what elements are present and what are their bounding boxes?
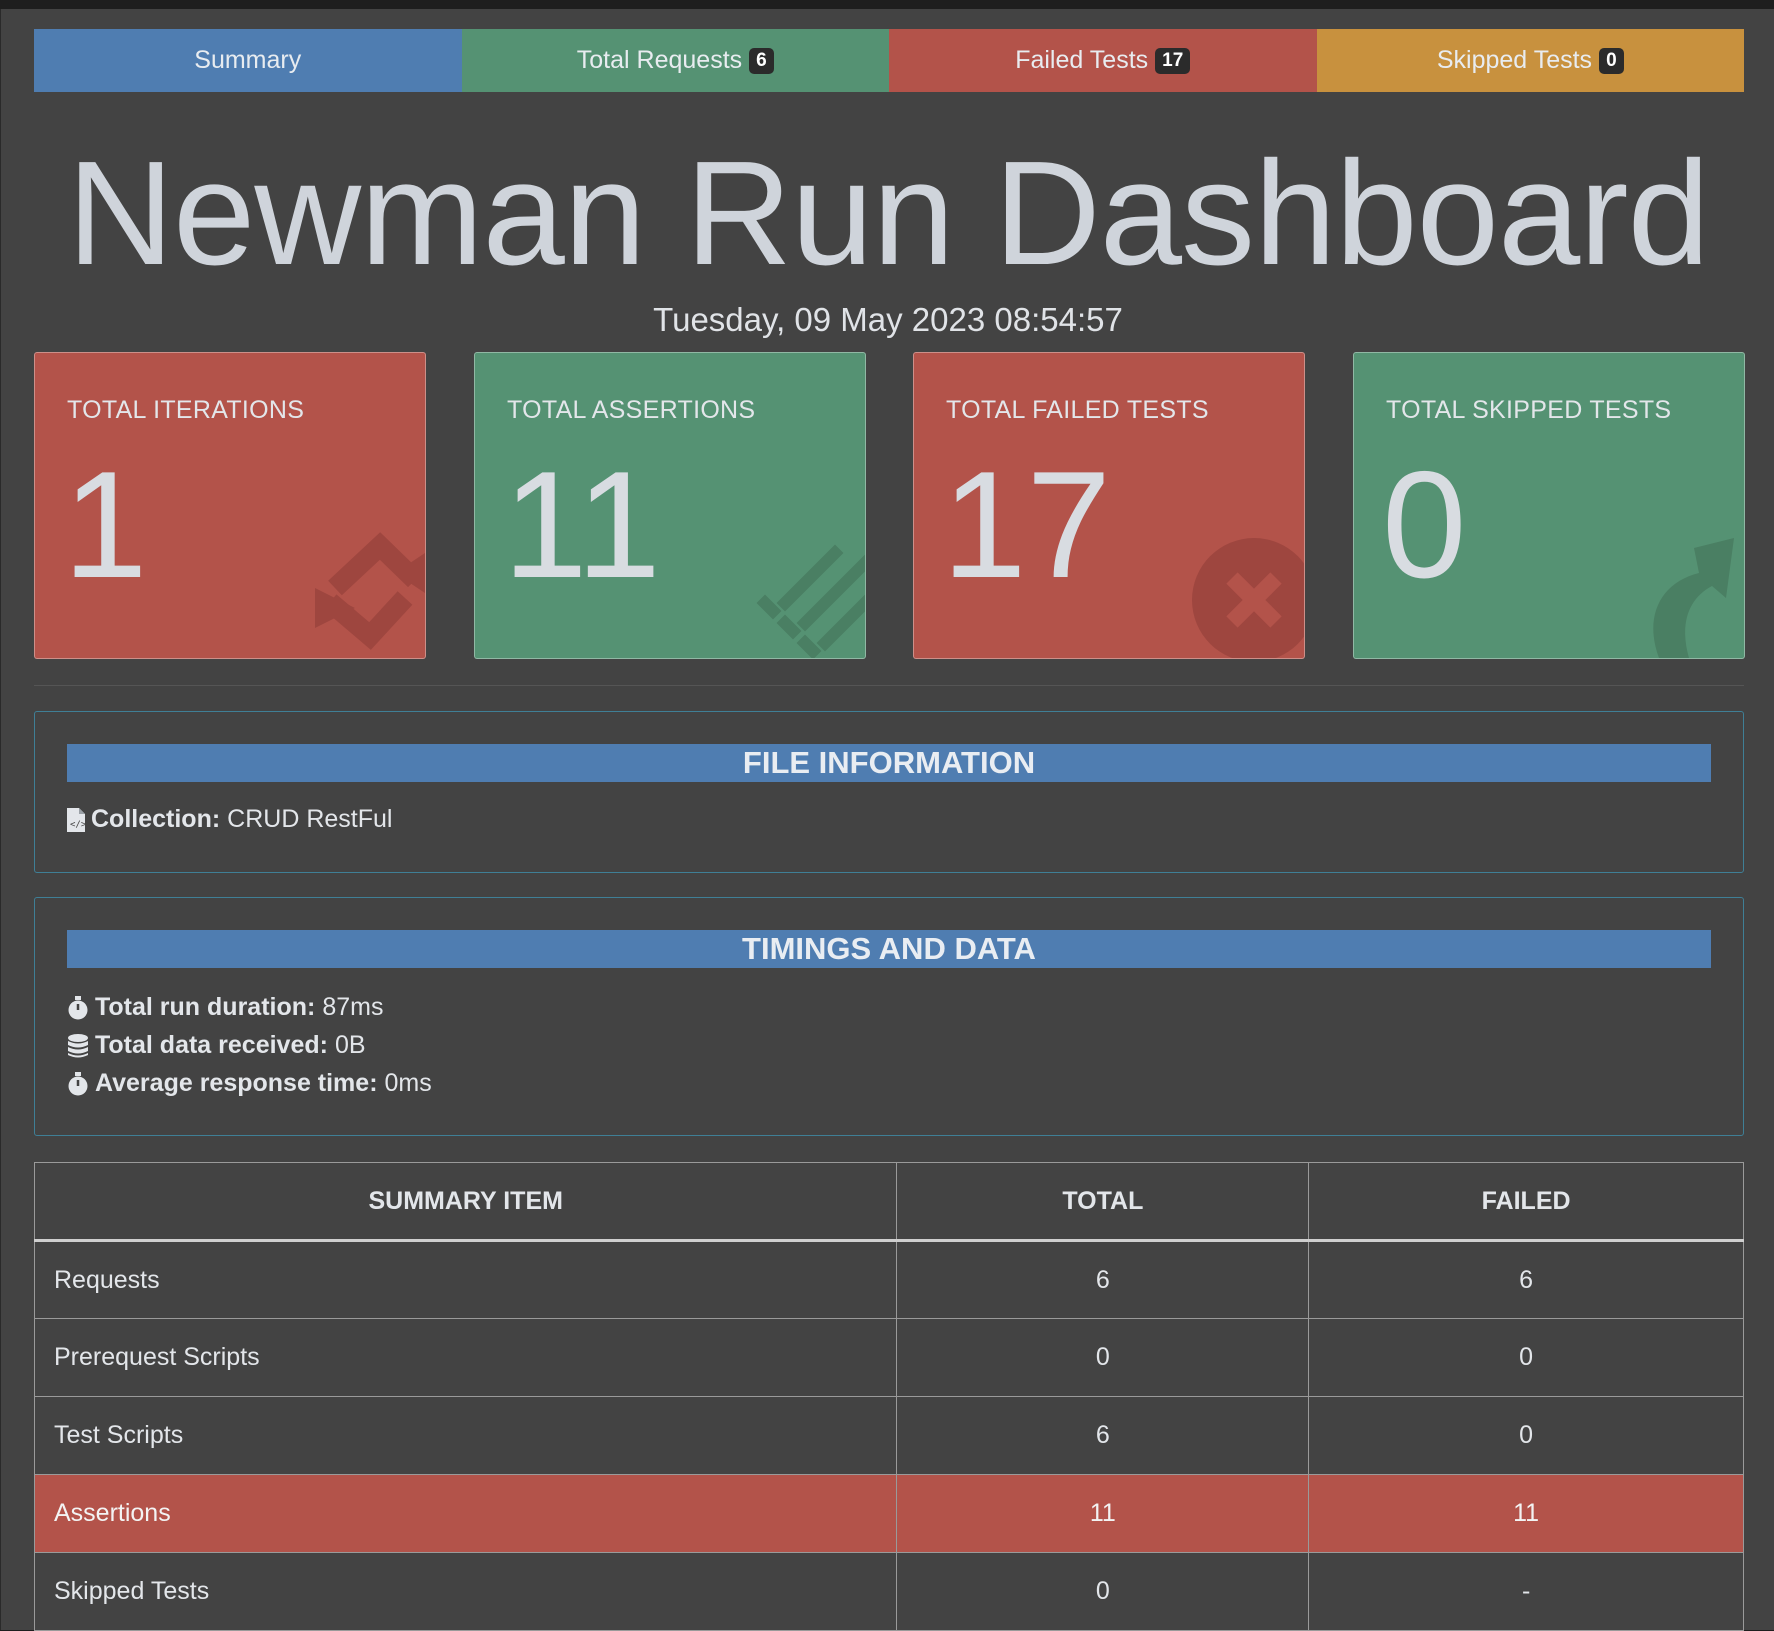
header-summary-item: SUMMARY ITEM — [33, 1162, 898, 1242]
share-arrow-icon — [1653, 538, 1734, 658]
timings-heading: TIMINGS AND DATA — [67, 930, 1711, 968]
stopwatch-icon — [67, 995, 89, 1020]
row-failed: 0 — [1308, 1396, 1744, 1475]
card-value: 11 — [503, 440, 661, 610]
card-value: 1 — [63, 440, 148, 610]
times-circle-icon — [1192, 538, 1304, 658]
run-duration-line: Total run duration: 87ms — [67, 993, 383, 1022]
row-failed: 0 — [1308, 1318, 1744, 1397]
file-code-icon: </> — [67, 807, 85, 832]
tab-badge: 0 — [1599, 47, 1624, 74]
dashboard-frame: Summary Total Requests 6 Failed Tests 17… — [0, 9, 1774, 1631]
data-received-label: Total data received: — [95, 1031, 328, 1059]
table-header-row: SUMMARY ITEM TOTAL FAILED — [33, 1162, 1744, 1242]
tab-failed-tests[interactable]: Failed Tests 17 — [889, 29, 1317, 92]
row-failed: 11 — [1308, 1474, 1744, 1553]
database-icon — [67, 1033, 89, 1058]
row-item: Assertions — [33, 1474, 898, 1553]
row-total: 0 — [896, 1318, 1310, 1397]
avg-response-label: Average response time: — [95, 1069, 378, 1097]
card-total-assertions: TOTAL ASSERTIONS 11 — [474, 352, 866, 659]
row-total: 6 — [896, 1240, 1310, 1319]
card-label: TOTAL FAILED TESTS — [946, 396, 1209, 424]
run-duration-label: Total run duration: — [95, 993, 316, 1021]
tab-badge: 17 — [1155, 47, 1191, 74]
table-row-failed: Assertions 11 11 — [33, 1474, 1744, 1553]
stopwatch-icon — [67, 1071, 89, 1096]
card-label: TOTAL SKIPPED TESTS — [1386, 396, 1672, 424]
tab-label: Skipped Tests — [1436, 46, 1593, 74]
card-total-failed-tests: TOTAL FAILED TESTS 17 — [913, 352, 1305, 659]
list-check-icon — [756, 544, 865, 658]
row-item: Skipped Tests — [33, 1552, 898, 1631]
collection-value: CRUD RestFul — [227, 805, 393, 833]
sync-icon — [315, 532, 425, 650]
table-row: Skipped Tests 0 - — [33, 1552, 1744, 1631]
row-total: 11 — [896, 1474, 1310, 1553]
svg-text:</>: </> — [70, 820, 85, 830]
table-row: Prerequest Scripts 0 0 — [33, 1318, 1744, 1397]
data-received-line: Total data received: 0B — [67, 1031, 366, 1060]
tab-label: Summary — [194, 46, 302, 74]
card-label: TOTAL ITERATIONS — [67, 396, 305, 424]
row-total: 0 — [896, 1552, 1310, 1631]
header-failed: FAILED — [1308, 1162, 1744, 1242]
row-failed: 6 — [1308, 1240, 1744, 1319]
collection-line: </> Collection: CRUD RestFul — [67, 805, 392, 834]
tab-badge: 6 — [749, 47, 774, 74]
row-failed: - — [1308, 1552, 1744, 1631]
file-information-heading: FILE INFORMATION — [67, 744, 1711, 782]
card-total-iterations: TOTAL ITERATIONS 1 — [34, 352, 426, 659]
card-value: 17 — [942, 440, 1112, 610]
card-total-skipped-tests: TOTAL SKIPPED TESTS 0 — [1353, 352, 1745, 659]
divider — [34, 685, 1744, 686]
summary-table: SUMMARY ITEM TOTAL FAILED Requests 6 6 P… — [33, 1162, 1744, 1631]
collection-label: Collection: — [91, 805, 221, 833]
row-item: Prerequest Scripts — [33, 1318, 898, 1397]
timings-panel: TIMINGS AND DATA Total run duration: 87m… — [34, 897, 1744, 1136]
table-row: Requests 6 6 — [33, 1240, 1744, 1319]
tab-label: Total Requests — [576, 46, 743, 74]
card-label: TOTAL ASSERTIONS — [507, 396, 756, 424]
tab-total-requests[interactable]: Total Requests 6 — [461, 29, 889, 92]
avg-response-line: Average response time: 0ms — [67, 1069, 432, 1098]
row-total: 6 — [896, 1396, 1310, 1475]
row-item: Test Scripts — [33, 1396, 898, 1475]
tab-summary[interactable]: Summary — [34, 29, 462, 92]
tab-skipped-tests[interactable]: Skipped Tests 0 — [1316, 29, 1744, 92]
header-total: TOTAL — [896, 1162, 1310, 1242]
run-datetime: Tuesday, 09 May 2023 08:54:57 — [653, 301, 1123, 338]
card-value: 0 — [1382, 440, 1467, 610]
row-item: Requests — [33, 1240, 898, 1319]
run-duration-value: 87ms — [322, 993, 384, 1021]
page-title: Newman Run Dashboard — [67, 131, 1710, 296]
file-information-panel: FILE INFORMATION </> Collection: CRUD Re… — [34, 711, 1744, 873]
tab-bar: Summary Total Requests 6 Failed Tests 17… — [34, 29, 1744, 92]
avg-response-value: 0ms — [384, 1069, 432, 1097]
data-received-value: 0B — [334, 1031, 366, 1059]
table-row: Test Scripts 6 0 — [33, 1396, 1744, 1475]
tab-label: Failed Tests — [1015, 46, 1149, 74]
